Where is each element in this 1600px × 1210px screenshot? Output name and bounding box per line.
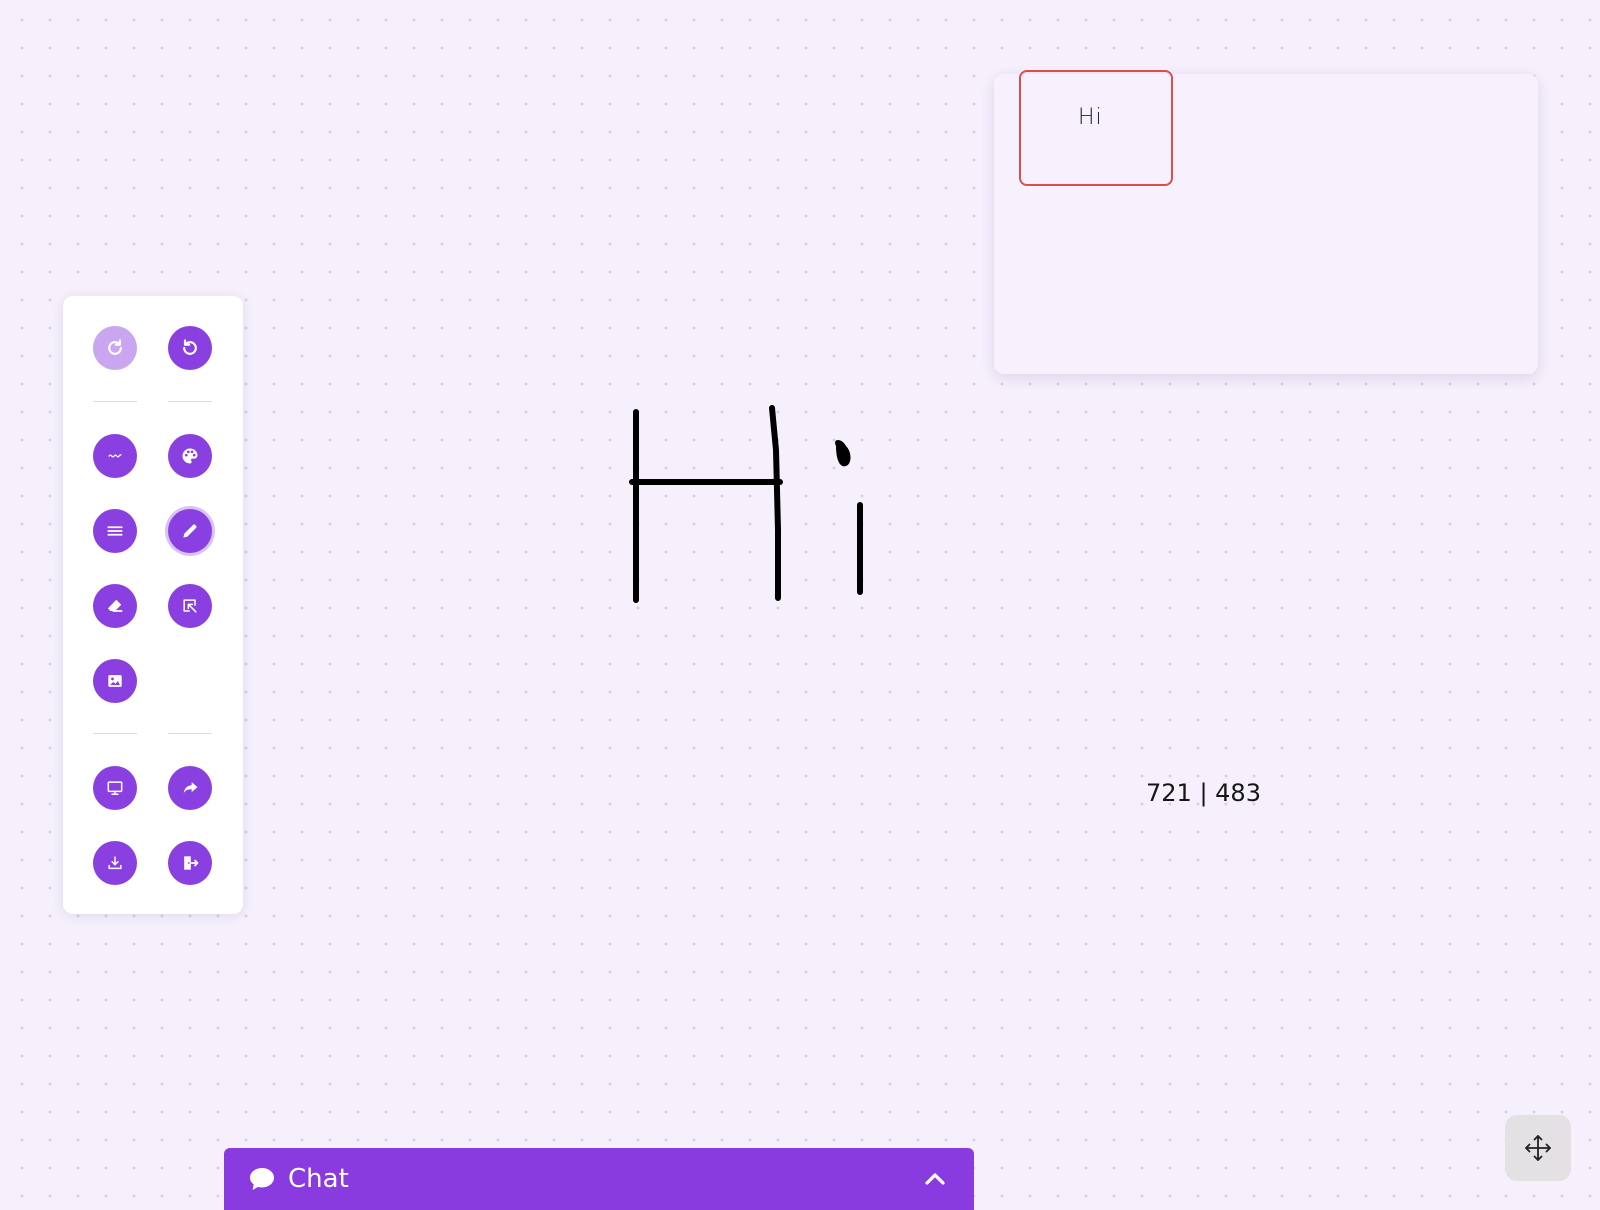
select-icon [183,599,197,613]
share-icon [183,782,198,793]
minimap-preview-text: Hi [1078,105,1103,130]
toolbar-divider [93,401,137,402]
share-button[interactable] [168,766,212,810]
undo-icon [183,339,197,355]
toolbar-divider [168,401,212,402]
stroke-style-button[interactable] [93,434,137,478]
stroke-h-right [769,405,781,601]
monitor-icon [107,781,123,795]
redo-icon [108,339,122,355]
stroke-width-button[interactable] [93,509,137,553]
hand-drawn-hi [629,405,863,603]
eraser-icon [107,599,123,612]
select-button[interactable] [168,584,212,628]
move-canvas-button[interactable] [1505,1115,1571,1181]
download-icon [108,856,122,870]
minimap-panel[interactable]: Hi [994,70,1538,374]
exit-button[interactable] [168,841,212,885]
cursor-coordinates: 721 | 483 [1146,779,1261,807]
eraser-button[interactable] [93,584,137,628]
present-button[interactable] [93,766,137,810]
image-button[interactable] [93,659,137,703]
undo-button[interactable] [168,326,212,370]
chevron-up-icon[interactable] [922,1166,948,1192]
move-arrows-icon [1525,1135,1551,1161]
chat-bar[interactable]: Chat [224,1148,974,1210]
image-icon [108,675,122,687]
tools-panel [63,296,243,914]
toolbar-divider [93,733,137,734]
redo-button[interactable] [93,326,137,370]
toolbar-divider [168,733,212,734]
chat-label: Chat [288,1164,349,1194]
wave-icon [108,454,122,458]
exit-door-icon [184,856,199,870]
lines-icon [107,526,123,536]
pencil-icon [183,524,197,538]
palette-icon [182,448,198,464]
stroke-i-dot [835,440,851,467]
speech-bubble-icon [250,1168,274,1190]
download-button[interactable] [93,841,137,885]
color-palette-button[interactable] [168,434,212,478]
pencil-button[interactable] [168,509,212,553]
